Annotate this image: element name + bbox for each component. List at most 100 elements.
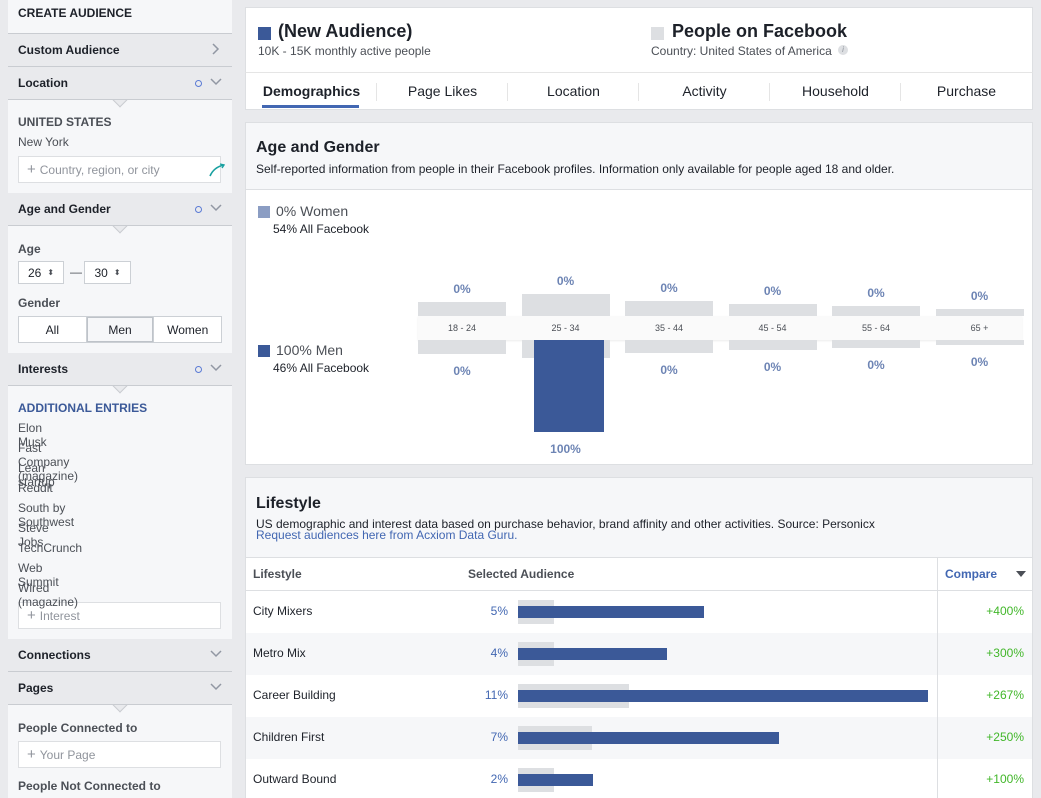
location-header[interactable]: Location bbox=[8, 67, 232, 100]
active-tab-underline bbox=[262, 105, 359, 108]
interest-item[interactable]: Reddit bbox=[18, 481, 53, 495]
audience-bar bbox=[518, 690, 928, 702]
compare-divider bbox=[937, 557, 938, 798]
lifestyle-row[interactable]: City Mixers 5% +400% bbox=[246, 591, 1032, 633]
tab-demographics[interactable]: Demographics bbox=[246, 73, 377, 109]
men-pct-label: 0% bbox=[970, 355, 989, 369]
women-all-facebook: 54% All Facebook bbox=[273, 222, 370, 236]
pages-header[interactable]: Pages bbox=[8, 672, 232, 705]
create-audience-sidebar: CREATE AUDIENCE Custom Audience Location… bbox=[8, 0, 232, 798]
sidebar-title-text: CREATE AUDIENCE bbox=[18, 6, 133, 20]
compare-value: +250% bbox=[986, 730, 1024, 744]
women-pct-label: 0% bbox=[556, 274, 575, 288]
tab-location[interactable]: Location bbox=[508, 73, 639, 109]
people-not-connected-label: People Not Connected to bbox=[18, 779, 161, 793]
age-separator: — bbox=[70, 265, 82, 279]
age-min-select[interactable]: 26 ⬍ bbox=[18, 261, 64, 284]
additional-entries-label: ADDITIONAL ENTRIES bbox=[18, 401, 148, 415]
interests-notch bbox=[112, 386, 128, 395]
lifestyle-row[interactable]: Career Building 11% +267% bbox=[246, 675, 1032, 717]
lifestyle-name: Metro Mix bbox=[253, 646, 306, 660]
gender-all-button[interactable]: All bbox=[19, 317, 87, 342]
tab-activity[interactable]: Activity bbox=[639, 73, 770, 109]
pages-label: Pages bbox=[18, 681, 54, 695]
selected-audience-col-header[interactable]: Selected Audience bbox=[468, 567, 574, 581]
tab-page-likes[interactable]: Page Likes bbox=[377, 73, 508, 109]
filter-dot-icon bbox=[195, 80, 202, 87]
gender-segmented-control: All Men Women bbox=[18, 316, 222, 343]
age-bucket-label: 35 - 44 bbox=[654, 323, 684, 333]
age-bucket-label: 45 - 54 bbox=[758, 323, 787, 333]
lifestyle-row[interactable]: Children First 7% +250% bbox=[246, 717, 1032, 759]
custom-audience-header[interactable]: Custom Audience bbox=[8, 34, 232, 67]
men-facebook-bar bbox=[832, 340, 920, 348]
age-bucket-label: 55 - 64 bbox=[861, 323, 891, 333]
tab-purchase-label: Purchase bbox=[936, 83, 997, 99]
lifestyle-row[interactable]: Metro Mix 4% +300% bbox=[246, 633, 1032, 675]
acxiom-link[interactable]: Request audiences here from Acxiom Data … bbox=[256, 528, 517, 542]
women-facebook-bar bbox=[832, 306, 920, 316]
lifestyle-pct: 11% bbox=[484, 688, 508, 702]
age-gender-title: Age and Gender bbox=[256, 139, 380, 156]
age-max-select[interactable]: 30 ⬍ bbox=[84, 261, 131, 284]
age-bucket-label: 65 + bbox=[970, 323, 989, 333]
info-icon[interactable]: i bbox=[838, 45, 848, 55]
location-input[interactable]: + Country, region, or city bbox=[18, 156, 226, 183]
interests-header[interactable]: Interests bbox=[8, 353, 232, 386]
women-pct-label: 0% bbox=[453, 282, 471, 296]
women-facebook-bar bbox=[625, 301, 713, 316]
women-facebook-bar bbox=[728, 304, 817, 316]
location-pin-icon bbox=[208, 163, 226, 180]
women-pct-label: 0% bbox=[660, 281, 678, 295]
age-gender-notch bbox=[112, 226, 128, 235]
connections-header[interactable]: Connections bbox=[8, 639, 232, 672]
compare-col-header[interactable]: Compare bbox=[945, 567, 997, 581]
sort-down-icon[interactable] bbox=[1016, 571, 1026, 577]
location-header-label: Location bbox=[18, 76, 68, 90]
location-city: New York bbox=[18, 135, 69, 149]
chevron-down-icon bbox=[210, 202, 222, 214]
page-placeholder: Your Page bbox=[39, 747, 96, 762]
men-all-facebook: 46% All Facebook bbox=[273, 361, 370, 375]
interest-item[interactable]: TechCrunch bbox=[18, 541, 82, 555]
chevron-down-icon bbox=[210, 362, 222, 374]
plus-icon: + bbox=[27, 607, 36, 624]
lifestyle-name: Career Building bbox=[253, 688, 336, 702]
lifestyle-name: Children First bbox=[253, 730, 325, 744]
women-facebook-bar bbox=[521, 294, 610, 316]
audience-bar bbox=[518, 774, 593, 786]
lifestyle-pct: 7% bbox=[490, 730, 508, 744]
audience-swatch bbox=[258, 27, 271, 40]
plus-icon: + bbox=[27, 746, 36, 763]
connections-label: Connections bbox=[18, 648, 91, 662]
sidebar-title: CREATE AUDIENCE bbox=[8, 0, 232, 34]
interest-item[interactable]: Wired (magazine) bbox=[18, 581, 78, 609]
audience-bar bbox=[518, 648, 667, 660]
tab-household[interactable]: Household bbox=[770, 73, 901, 109]
chevron-right-icon bbox=[210, 43, 222, 55]
page-input[interactable]: + Your Page bbox=[18, 741, 221, 768]
lifestyle-row[interactable]: Outward Bound 2% +100% bbox=[246, 759, 1032, 798]
gender-men-button[interactable]: Men bbox=[86, 317, 155, 342]
age-bucket-label: 25 - 34 bbox=[551, 323, 580, 333]
women-swatch bbox=[258, 206, 270, 218]
lifestyle-pct: 2% bbox=[490, 772, 508, 786]
lifestyle-col-header[interactable]: Lifestyle bbox=[253, 567, 302, 581]
audience-size: 10K - 15K monthly active people bbox=[258, 44, 431, 58]
age-label: Age bbox=[18, 242, 41, 256]
men-facebook-bar bbox=[418, 340, 506, 354]
men-audience-bar[interactable] bbox=[533, 340, 604, 432]
men-facebook-bar bbox=[625, 340, 713, 353]
tab-purchase[interactable]: Purchase bbox=[901, 73, 1032, 109]
people-connected-label: People Connected to bbox=[18, 721, 138, 735]
lifestyle-title: Lifestyle bbox=[256, 495, 321, 512]
men-pct-label: 0% bbox=[867, 358, 885, 372]
gender-women-button[interactable]: Women bbox=[154, 317, 221, 342]
interest-placeholder: Interest bbox=[39, 608, 80, 623]
compare-country: Country: United States of America bbox=[651, 44, 832, 58]
men-pct-label: 100% bbox=[550, 442, 581, 456]
men-swatch bbox=[258, 345, 270, 357]
age-gender-header[interactable]: Age and Gender bbox=[8, 193, 232, 226]
women-facebook-bar bbox=[935, 309, 1024, 316]
compare-value: +100% bbox=[986, 772, 1024, 786]
